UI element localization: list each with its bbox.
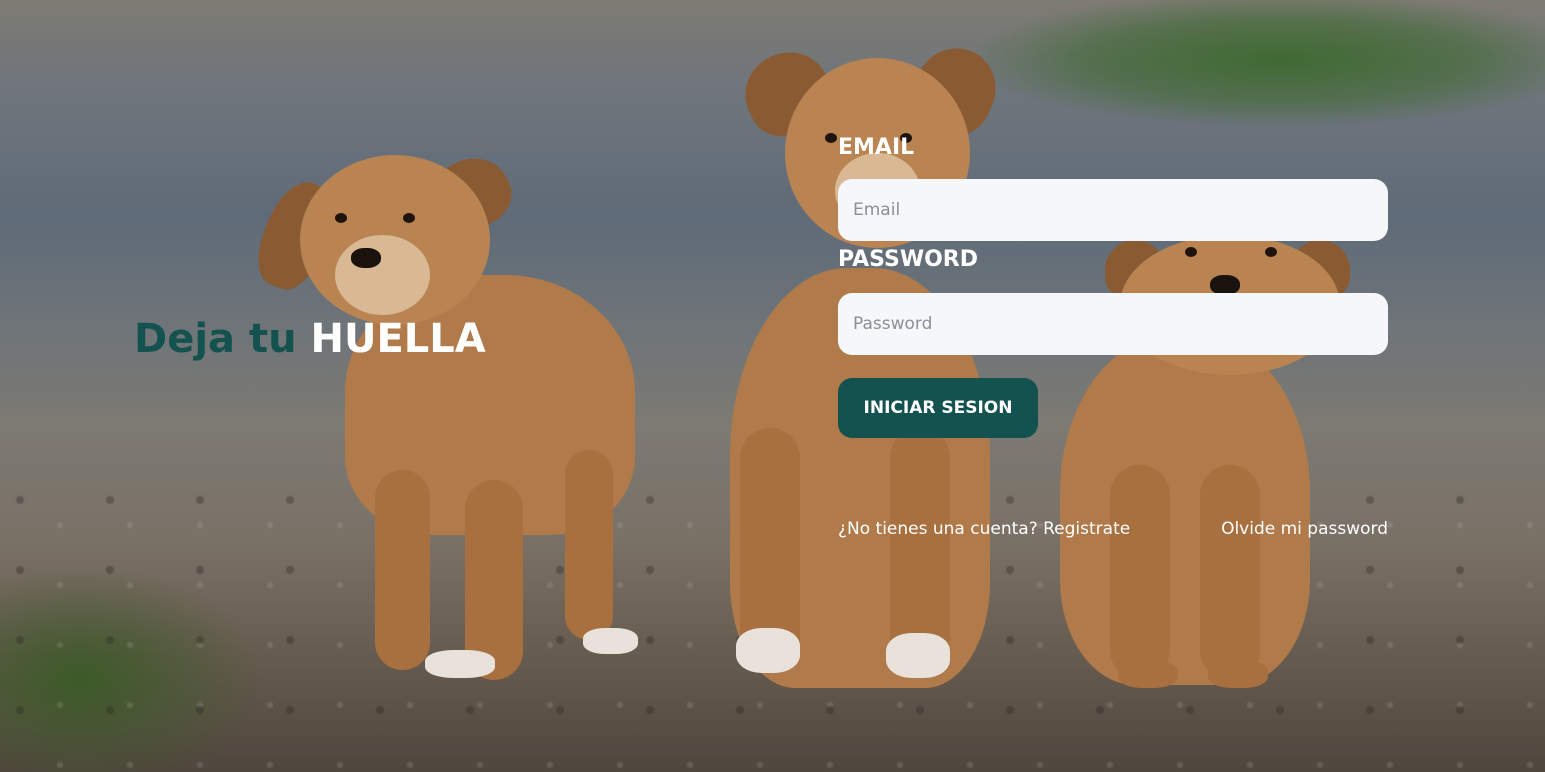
tagline-huella: HUELLA [310, 316, 486, 362]
email-label: EMAIL [838, 135, 915, 160]
register-link[interactable]: ¿No tienes una cuenta? Registrate [838, 516, 1130, 542]
auth-links: ¿No tienes una cuenta? Registrate Olvide… [838, 516, 1388, 542]
hero-tagline: Deja tu HUELLA [134, 313, 486, 365]
login-button[interactable]: INICIAR SESION [838, 378, 1038, 438]
puppy-left [247, 144, 645, 690]
background-photo [0, 0, 1545, 772]
password-field[interactable] [838, 293, 1388, 355]
login-form: EMAIL PASSWORD INICIAR SESION [838, 133, 1388, 438]
tagline-deja-tu: Deja tu [134, 316, 297, 362]
email-field[interactable] [838, 179, 1388, 241]
password-label: PASSWORD [838, 247, 979, 272]
forgot-password-link[interactable]: Olvide mi password [1221, 516, 1388, 542]
